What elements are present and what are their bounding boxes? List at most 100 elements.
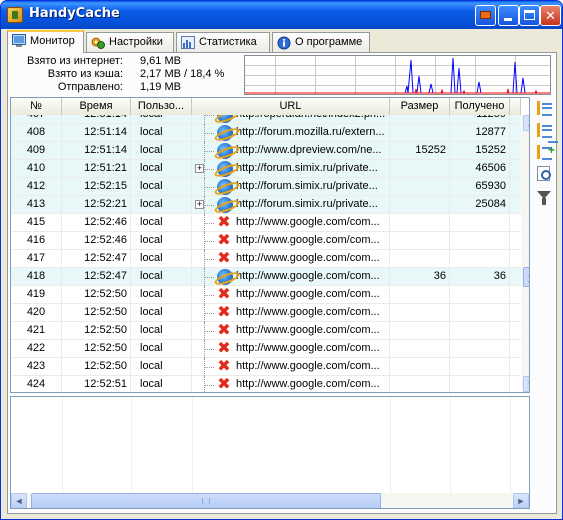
tree-branch — [204, 277, 214, 278]
row-time: 12:52:15 — [62, 178, 131, 196]
tab-about[interactable]: О программе — [272, 32, 370, 52]
tab-monitor[interactable]: Монитор — [7, 30, 84, 53]
stat-label: Отправлено: — [57, 81, 123, 93]
row-size — [390, 214, 450, 232]
table-body: 40712:51:14localhttp://operafan.net/inde… — [11, 115, 521, 392]
tree-branch — [204, 187, 214, 188]
row-received — [450, 340, 510, 358]
info-icon — [277, 36, 291, 50]
tree-branch — [204, 169, 214, 170]
row-time: 12:52:21 — [62, 196, 131, 214]
stat-sent: Отправлено: 1,19 MB — [15, 81, 235, 94]
tree-line — [204, 115, 205, 124]
tab-statistics[interactable]: Статистика — [176, 32, 270, 52]
row-user: local — [131, 115, 192, 124]
row-user: local — [131, 124, 192, 142]
row-user: local — [131, 196, 192, 214]
table-row[interactable]: 412 12:52:15 local http://forum.simix.ru/pr… — [11, 178, 521, 196]
row-user: local — [131, 322, 192, 340]
error-icon: ✖ — [217, 286, 231, 303]
scroll-up-button[interactable]: ▲ — [523, 115, 529, 131]
row-url: ✖ http://www.google.com/com... — [192, 250, 390, 268]
url-text: http://www.google.com/com... — [236, 288, 380, 300]
row-url: ✖ http://www.google.com/com... — [192, 232, 390, 250]
url-text: http://forum.simix.ru/private... — [236, 198, 378, 210]
tree-list-icon — [537, 101, 552, 116]
browser-icon — [217, 197, 233, 213]
row-time: 12:52:51 — [62, 376, 131, 392]
vertical-scrollbar[interactable]: ▲ ▼ — [522, 115, 529, 392]
maximize-button[interactable] — [519, 5, 540, 26]
row-time: 12:51:21 — [62, 160, 131, 178]
row-number: 422 — [11, 340, 62, 358]
table-row[interactable]: 415 12:52:46 local ✖ http://www.google.com/c… — [11, 214, 521, 232]
filter-button[interactable] — [534, 188, 554, 208]
column-header-received[interactable]: Получено — [450, 98, 510, 116]
tray-button[interactable] — [475, 5, 496, 26]
tab-settings[interactable]: Настройки — [86, 32, 174, 52]
stat-cache: Взято из кэша: 2,17 MB / 18,4 % — [15, 68, 235, 81]
add-item-button[interactable] — [534, 141, 558, 162]
filter-icon — [537, 191, 551, 205]
table-row[interactable]: 410 12:51:21 local + http://forum.simix.ru/p… — [11, 160, 521, 178]
column-header-time[interactable]: Время — [62, 98, 131, 116]
table-row[interactable]: 416 12:52:46 local ✖ http://www.google.com/c… — [11, 232, 521, 250]
url-text: http://forum.mozilla.ru/extern... — [236, 126, 385, 138]
url-text: http://www.google.com/com... — [236, 306, 380, 318]
table-row[interactable]: 417 12:52:47 local ✖ http://www.google.com/c… — [11, 250, 521, 268]
list-view-button[interactable] — [534, 120, 554, 140]
row-url: http://www.google.com/com... — [192, 268, 390, 286]
minimize-button[interactable] — [498, 5, 519, 26]
row-number: 418 — [11, 268, 62, 286]
tree-view-button[interactable] — [534, 98, 554, 118]
scroll-thumb[interactable] — [31, 493, 381, 508]
expand-icon[interactable]: + — [195, 200, 204, 209]
table-row[interactable]: 413 12:52:21 local + http://forum.simix.ru/p… — [11, 196, 521, 214]
table-row[interactable]: 420 12:52:50 local ✖ http://www.google.com/c… — [11, 304, 521, 322]
table-row[interactable]: 419 12:52:50 local ✖ http://www.google.com/c… — [11, 286, 521, 304]
app-icon[interactable] — [7, 7, 23, 23]
scroll-right-button[interactable]: ► — [513, 493, 529, 508]
column-header-size[interactable]: Размер — [390, 98, 450, 116]
table-row[interactable]: 409 12:51:14 local http://www.dpreview.com/… — [11, 142, 521, 160]
list-icon — [537, 123, 552, 138]
browser-icon — [217, 115, 233, 123]
column-header-num[interactable]: № — [11, 98, 62, 116]
tree-branch — [204, 313, 214, 314]
row-size — [390, 196, 450, 214]
row-received: 46506 — [450, 160, 510, 178]
title-bar[interactable]: HandyCache ✕ — [1, 1, 562, 29]
search-button[interactable] — [534, 164, 554, 184]
tree-branch — [204, 115, 214, 116]
scroll-left-button[interactable]: ◄ — [11, 493, 27, 508]
scroll-thumb[interactable] — [523, 267, 529, 287]
table-row[interactable]: 408 12:51:14 local http://forum.mozilla.ru/… — [11, 124, 521, 142]
error-icon: ✖ — [217, 232, 231, 249]
table-row[interactable]: 424 12:52:51 local ✖ http://www.google.com/c… — [11, 376, 521, 392]
row-url: ✖ http://www.google.com/com... — [192, 322, 390, 340]
row-number: 419 — [11, 286, 62, 304]
row-user: local — [131, 232, 192, 250]
url-text: http://forum.simix.ru/private... — [236, 162, 378, 174]
table-row[interactable]: 421 12:52:50 local ✖ http://www.google.com/c… — [11, 322, 521, 340]
row-url: http://forum.mozilla.ru/extern... — [192, 124, 390, 142]
scroll-down-button[interactable]: ▼ — [523, 376, 529, 392]
column-header-url[interactable]: URL — [192, 98, 390, 116]
expand-icon[interactable]: + — [195, 164, 204, 173]
close-icon: ✕ — [545, 8, 556, 23]
table-row[interactable]: 422 12:52:50 local ✖ http://www.google.com/c… — [11, 340, 521, 358]
horizontal-scrollbar[interactable]: ◄ ► — [11, 493, 529, 508]
column-header-user[interactable]: Пользо... — [131, 98, 192, 116]
error-icon: ✖ — [217, 214, 231, 231]
table-row[interactable]: 423 12:52:50 local ✖ http://www.google.com/c… — [11, 358, 521, 376]
row-user: local — [131, 376, 192, 392]
table-row[interactable]: 418 12:52:47 local http://www.google.com/co… — [11, 268, 521, 286]
close-button[interactable]: ✕ — [540, 5, 561, 26]
table-row[interactable]: 40712:51:14local http://operafan.net/inde… — [11, 115, 521, 124]
tree-branch — [204, 295, 214, 296]
row-time: 12:52:50 — [62, 322, 131, 340]
row-user: local — [131, 214, 192, 232]
row-url: http://operafan.net/index2.ph... — [192, 115, 390, 124]
row-time: 12:52:46 — [62, 214, 131, 232]
row-number: 416 — [11, 232, 62, 250]
